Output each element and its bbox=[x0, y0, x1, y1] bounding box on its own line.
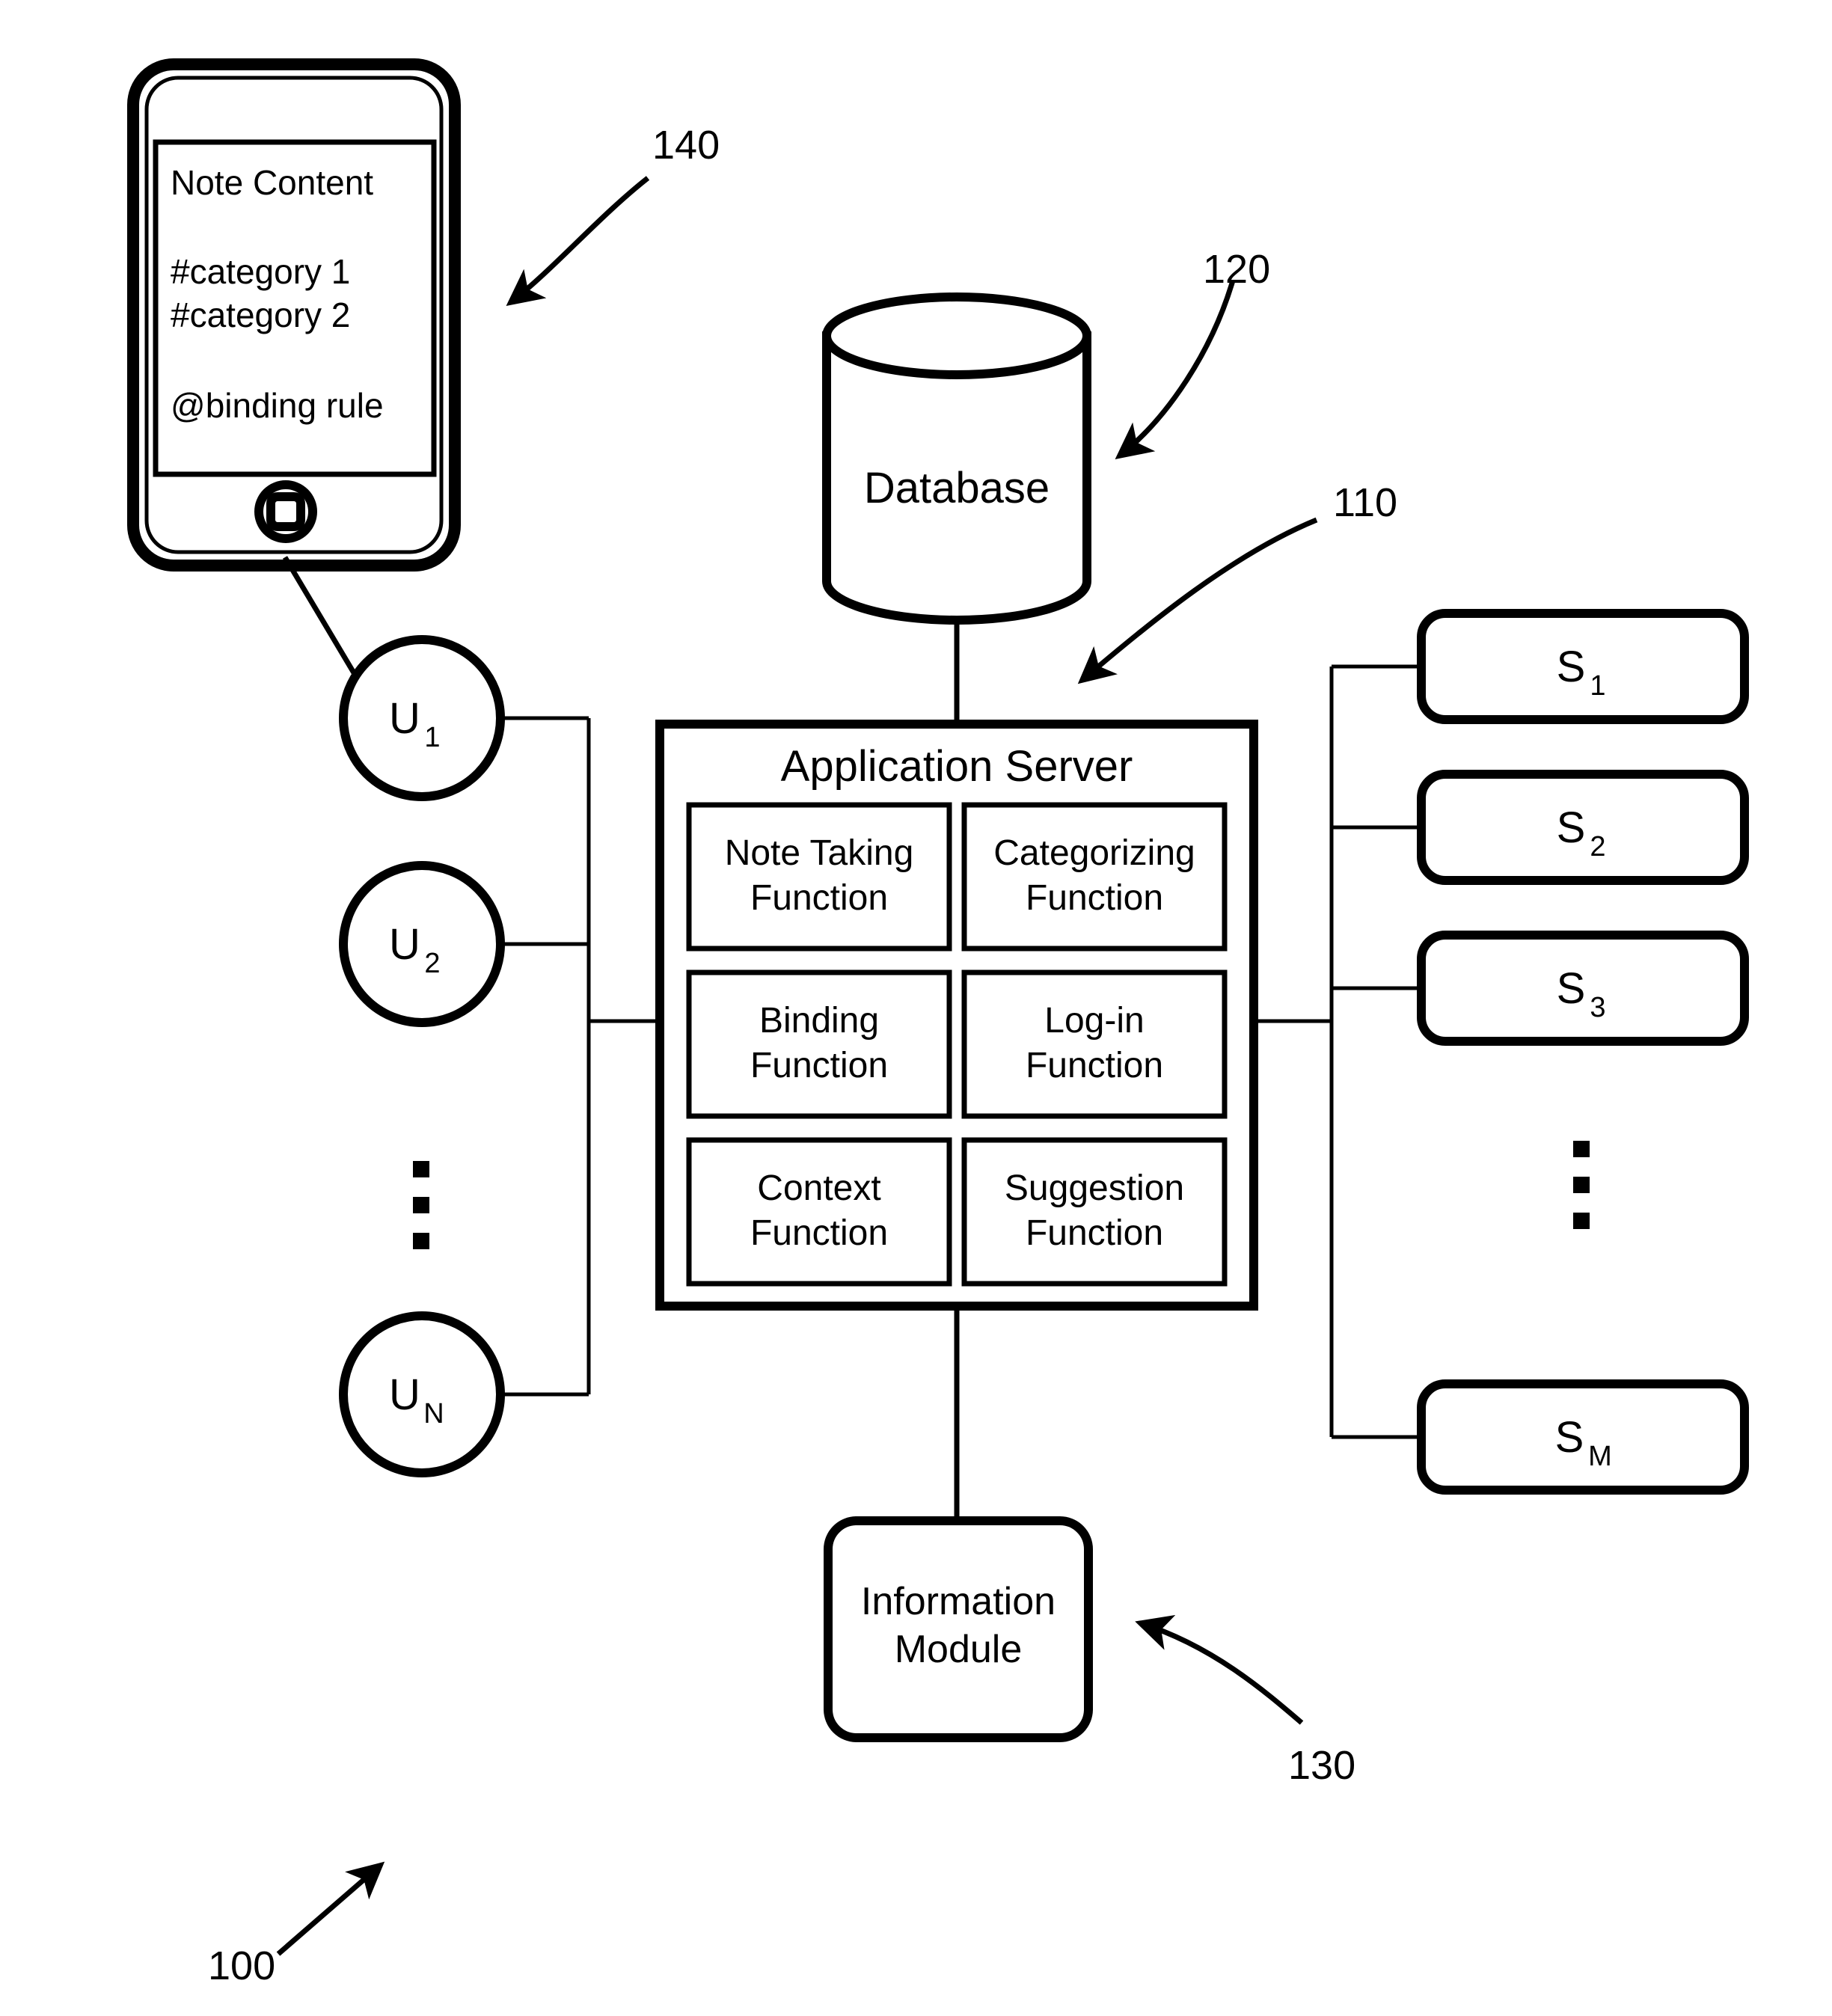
user-node-n[interactable] bbox=[339, 1311, 505, 1477]
user-node-2-label: U bbox=[389, 920, 420, 969]
information-module-line1: Information bbox=[861, 1580, 1056, 1623]
server-node-3-label: S bbox=[1557, 964, 1586, 1013]
function-suggestion-box[interactable] bbox=[961, 1137, 1228, 1287]
user-nodes: U 1 U 2 U N bbox=[282, 556, 660, 1477]
callout-100: 100 bbox=[208, 1861, 385, 1988]
server-node-3-subscript: 3 bbox=[1590, 992, 1605, 1023]
function-note-taking[interactable]: Note Taking Function bbox=[686, 802, 952, 952]
function-note-taking-box[interactable] bbox=[686, 802, 952, 952]
ref-120-label: 120 bbox=[1203, 247, 1270, 292]
user-bus-wiring bbox=[500, 716, 660, 1397]
server-node-1-subscript: 1 bbox=[1590, 670, 1605, 702]
callout-130-arrow bbox=[1135, 1614, 1304, 1725]
link-phone-to-user-1 bbox=[282, 556, 367, 692]
callout-100-arrow bbox=[276, 1861, 385, 1956]
user-node-1-subscript: 1 bbox=[424, 722, 440, 753]
callout-140: 140 bbox=[506, 123, 720, 306]
function-categorizing-line2: Function bbox=[1026, 878, 1163, 918]
database-top-ellipse bbox=[822, 292, 1091, 379]
ref-110-label: 110 bbox=[1333, 480, 1397, 525]
smartphone-device: Note Content #category 1 #category 2 @bi… bbox=[127, 58, 461, 572]
callout-120: 120 bbox=[1115, 247, 1270, 460]
server-node-1-label: S bbox=[1557, 643, 1586, 691]
function-note-taking-line1: Note Taking bbox=[725, 833, 914, 873]
server-list-ellipsis bbox=[1573, 1141, 1590, 1229]
user-node-1-label: U bbox=[389, 694, 420, 743]
function-login-line1: Log-in bbox=[1044, 1001, 1144, 1041]
note-category-1: #category 1 bbox=[171, 252, 350, 291]
server-node-m-label: S bbox=[1555, 1413, 1584, 1462]
information-module[interactable]: Information Module bbox=[824, 1516, 1093, 1742]
callout-110: 110 bbox=[1077, 480, 1397, 684]
function-binding-box[interactable] bbox=[686, 969, 952, 1119]
callout-130: 130 bbox=[1135, 1614, 1355, 1788]
user-node-n-subscript: N bbox=[423, 1398, 444, 1430]
server-node-m-subscript: M bbox=[1588, 1441, 1612, 1472]
function-binding[interactable]: Binding Function bbox=[686, 969, 952, 1119]
patent-figure: Note Content #category 1 #category 2 @bi… bbox=[0, 0, 1832, 2016]
note-category-2: #category 2 bbox=[171, 295, 350, 334]
function-categorizing[interactable]: Categorizing Function bbox=[961, 802, 1228, 952]
function-note-taking-line2: Function bbox=[750, 878, 888, 918]
function-context-line1: Context bbox=[757, 1168, 880, 1208]
function-login-box[interactable] bbox=[961, 969, 1228, 1119]
user-list-ellipsis bbox=[413, 1161, 429, 1249]
callout-120-arrow bbox=[1115, 280, 1236, 460]
server-nodes: S 1 S 2 S 3 S M bbox=[1254, 609, 1749, 1495]
server-node-2-subscript: 2 bbox=[1590, 831, 1605, 863]
ref-130-label: 130 bbox=[1288, 1743, 1355, 1788]
function-context-line2: Function bbox=[750, 1213, 888, 1253]
server-bus-wiring bbox=[1254, 664, 1421, 1439]
user-node-n-label: U bbox=[389, 1370, 420, 1419]
function-login-line2: Function bbox=[1026, 1046, 1163, 1085]
note-binding-rule: @binding rule bbox=[171, 386, 384, 425]
note-title: Note Content bbox=[171, 163, 373, 202]
information-module-line2: Module bbox=[895, 1628, 1023, 1671]
function-binding-line1: Binding bbox=[759, 1001, 879, 1041]
application-server: Application Server Note Taking Function … bbox=[655, 720, 1258, 1311]
function-binding-line2: Function bbox=[750, 1046, 888, 1085]
ref-100-label: 100 bbox=[208, 1943, 275, 1988]
application-server-title: Application Server bbox=[781, 742, 1133, 791]
user-node-1[interactable] bbox=[339, 635, 505, 801]
database-cylinder: Database bbox=[822, 292, 1091, 625]
function-suggestion-line2: Function bbox=[1026, 1213, 1163, 1253]
function-categorizing-line1: Categorizing bbox=[993, 833, 1195, 873]
user-node-2-subscript: 2 bbox=[424, 948, 440, 979]
function-categorizing-box[interactable] bbox=[961, 802, 1228, 952]
server-node-2-label: S bbox=[1557, 803, 1586, 852]
figure-canvas: Note Content #category 1 #category 2 @bi… bbox=[127, 58, 1749, 1988]
database-label: Database bbox=[864, 464, 1050, 512]
callout-110-arrow bbox=[1077, 517, 1318, 684]
callout-140-arrow bbox=[506, 176, 650, 306]
function-context[interactable]: Context Function bbox=[686, 1137, 952, 1287]
user-node-2[interactable] bbox=[339, 861, 505, 1027]
function-context-box[interactable] bbox=[686, 1137, 952, 1287]
ref-140-label: 140 bbox=[652, 123, 720, 168]
function-suggestion[interactable]: Suggestion Function bbox=[961, 1137, 1228, 1287]
function-login[interactable]: Log-in Function bbox=[961, 969, 1228, 1119]
function-suggestion-line1: Suggestion bbox=[1005, 1168, 1184, 1208]
